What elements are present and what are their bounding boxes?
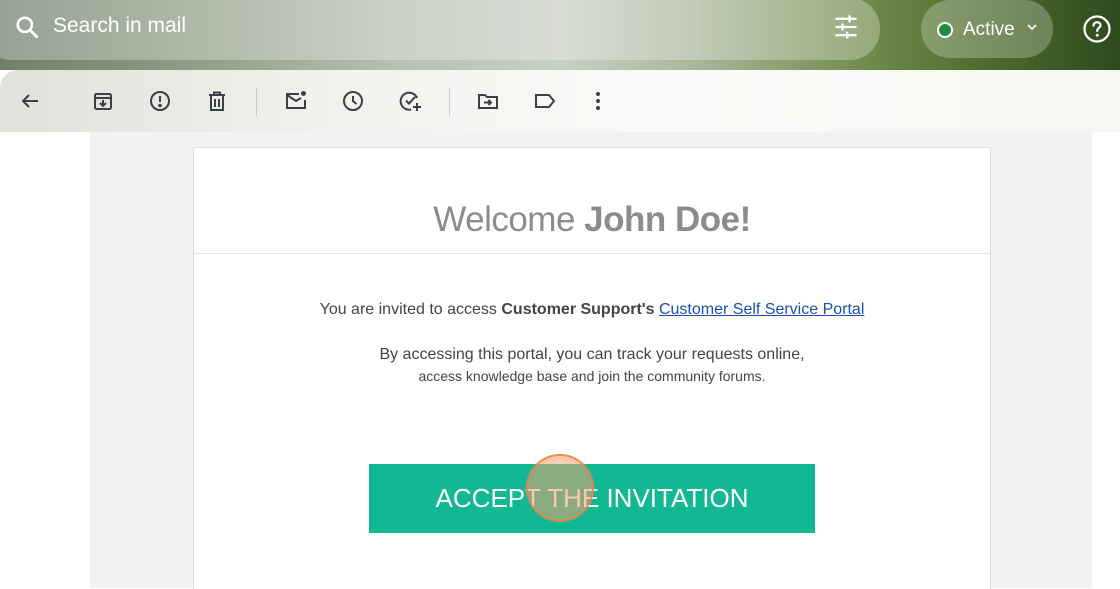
move-folder-icon[interactable] — [476, 89, 500, 113]
card-divider — [194, 253, 990, 254]
toolbar-divider — [449, 88, 450, 116]
status-selector[interactable]: Active — [921, 0, 1053, 58]
trash-icon[interactable] — [205, 89, 229, 113]
label-icon[interactable] — [533, 89, 557, 113]
clock-icon[interactable] — [341, 89, 365, 113]
search-icon[interactable] — [14, 14, 40, 40]
chevron-down-icon — [1026, 20, 1038, 32]
arrow-left-icon[interactable] — [18, 89, 42, 113]
welcome-name: John Doe! — [584, 200, 751, 239]
search-box[interactable]: Search in mail — [0, 0, 880, 60]
tune-icon[interactable] — [832, 13, 860, 41]
welcome-heading: Welcome John Doe! — [194, 200, 990, 240]
invite-text: You are invited to access Customer Suppo… — [194, 301, 990, 319]
more-vert-icon[interactable] — [586, 89, 610, 113]
welcome-prefix: Welcome — [433, 200, 575, 239]
description-line-1: By accessing this portal, you can track … — [379, 346, 805, 363]
help-icon[interactable] — [1082, 14, 1112, 44]
status-dot — [937, 22, 953, 38]
description-line-2: access knowledge base and join the commu… — [418, 368, 766, 384]
click-indicator — [526, 454, 594, 522]
top-bar: Search in mail Active — [0, 0, 1120, 70]
toolbar-divider — [256, 88, 257, 116]
report-icon[interactable] — [148, 89, 172, 113]
search-input[interactable]: Search in mail — [53, 14, 186, 38]
task-add-icon[interactable] — [398, 89, 422, 113]
archive-icon[interactable] — [91, 89, 115, 113]
invite-org: Customer Support's — [501, 301, 655, 318]
invite-prefix: You are invited to access — [319, 301, 497, 318]
message-toolbar — [0, 70, 1120, 132]
status-label: Active — [963, 19, 1015, 40]
mail-unread-icon[interactable] — [284, 89, 308, 113]
email-card: Welcome John Doe! You are invited to acc… — [193, 147, 991, 589]
portal-link[interactable]: Customer Self Service Portal — [659, 301, 864, 318]
